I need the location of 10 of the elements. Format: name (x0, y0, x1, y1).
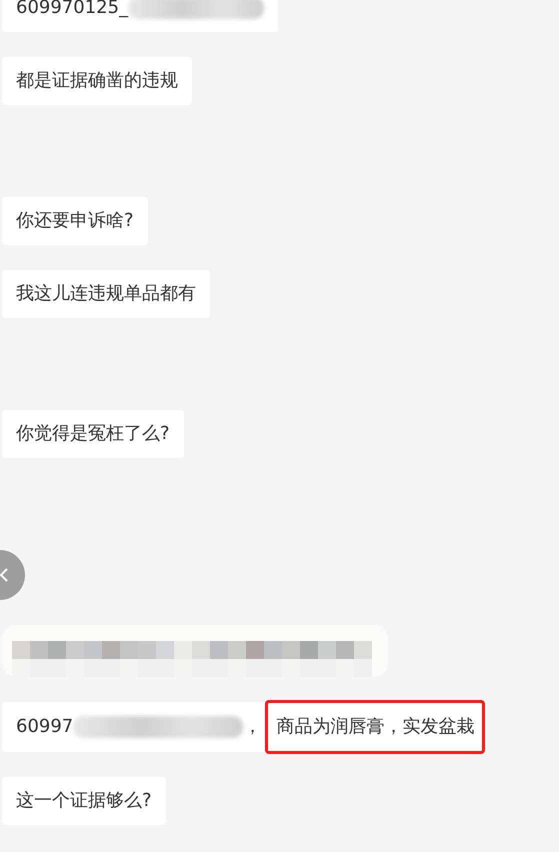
highlighted-text: 商品为润唇膏，实发盆栽 (265, 700, 486, 754)
chevron-left-icon (0, 568, 9, 582)
message-bubble: 我这儿连违规单品都有 (2, 270, 210, 318)
message-text: 609970125_ (16, 0, 128, 20)
message-bubble: 都是证据确凿的违规 (2, 57, 192, 105)
message-bubble: 你觉得是冤枉了么? (2, 410, 184, 458)
message-bubble: 这一个证据够么? (2, 777, 166, 825)
message-bubble: 你还要申诉啥? (2, 197, 148, 245)
message-text: ， (243, 715, 262, 739)
message-text: 60997 (16, 715, 74, 739)
